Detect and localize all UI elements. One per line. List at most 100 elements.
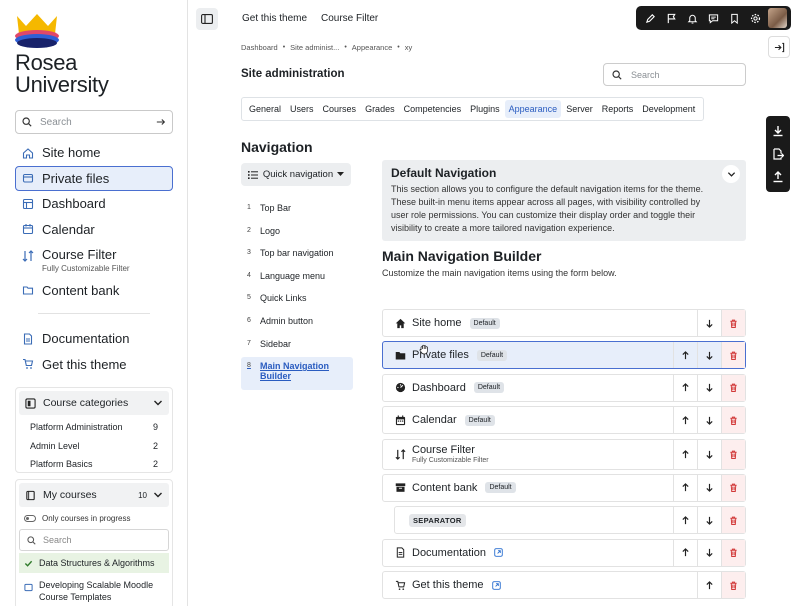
move-up-button[interactable]: [673, 539, 697, 566]
category-row[interactable]: Platform Basics 2: [16, 455, 172, 474]
delete-button[interactable]: [721, 507, 745, 534]
category-count: 2: [152, 440, 158, 451]
tab-server[interactable]: Server: [562, 100, 597, 118]
quick-nav-list: 1 Top Bar 2 Logo 3 Top bar navigation 4 Lang…: [241, 199, 353, 391]
sidebar-item-documentation[interactable]: Documentation: [15, 326, 173, 351]
my-courses-header[interactable]: My courses 10: [19, 483, 169, 507]
move-down-button[interactable]: [697, 439, 721, 469]
user-avatar[interactable]: [767, 8, 787, 28]
move-down-button[interactable]: [697, 407, 721, 434]
download-icon[interactable]: [772, 125, 784, 137]
chevron-down-icon[interactable]: [153, 398, 163, 408]
quick-nav-item[interactable]: 7 Sidebar: [241, 335, 353, 358]
collapse-button[interactable]: [722, 165, 740, 183]
settings-button[interactable]: [745, 7, 766, 29]
topbar-link-get-theme[interactable]: Get this theme: [242, 13, 307, 24]
move-down-button[interactable]: [697, 507, 721, 534]
my-courses-search-input[interactable]: Search: [19, 529, 169, 551]
tab-reports[interactable]: Reports: [598, 100, 638, 118]
course-item-selected[interactable]: Data Structures & Algorithms: [19, 553, 169, 573]
row-label: Get this theme: [412, 579, 484, 592]
move-up-button[interactable]: [673, 507, 697, 534]
file-export-icon[interactable]: [772, 148, 784, 160]
builder-row-course-filter[interactable]: Course Filter Fully Customizable Filter: [382, 438, 746, 470]
delete-button[interactable]: [721, 439, 745, 469]
sidebar-item-dashboard[interactable]: Dashboard: [15, 191, 173, 216]
chat-icon: [708, 13, 719, 24]
move-up-button[interactable]: [673, 342, 697, 369]
move-down-button[interactable]: [697, 474, 721, 501]
tab-users[interactable]: Users: [286, 100, 318, 118]
sidebar-search-input[interactable]: Search: [15, 110, 173, 134]
move-down-button[interactable]: [697, 310, 721, 336]
document-icon: [396, 547, 405, 558]
builder-row-get-theme[interactable]: Get this theme: [382, 571, 746, 600]
quick-nav-item[interactable]: 3 Top bar navigation: [241, 244, 353, 267]
builder-row-calendar[interactable]: Calendar Default: [382, 406, 746, 435]
quick-nav-item[interactable]: 1 Top Bar: [241, 199, 353, 222]
chevron-down-icon[interactable]: [153, 490, 163, 500]
tab-general[interactable]: General: [245, 100, 285, 118]
breadcrumb-item[interactable]: Site administ...: [290, 43, 339, 52]
move-up-button[interactable]: [673, 474, 697, 501]
row-label-wrap: Course Filter Fully Customizable Filter: [412, 444, 489, 464]
move-up-button[interactable]: [673, 374, 697, 401]
delete-button[interactable]: [721, 342, 745, 369]
messages-button[interactable]: [703, 7, 724, 29]
quick-nav-item[interactable]: 4 Language menu: [241, 267, 353, 290]
notifications-button[interactable]: [682, 7, 703, 29]
sidebar-item-content-bank[interactable]: Content bank: [15, 278, 173, 303]
course-item[interactable]: Developing Scalable Moodle Course Templa…: [16, 575, 172, 606]
toggle-switch[interactable]: [24, 515, 36, 522]
sidebar-item-get-theme[interactable]: Get this theme: [15, 352, 173, 377]
delete-button[interactable]: [721, 572, 745, 599]
quick-navigation-dropdown[interactable]: Quick navigation: [241, 163, 351, 186]
breadcrumb-item[interactable]: Dashboard: [241, 43, 278, 52]
move-down-button[interactable]: [697, 539, 721, 566]
tab-development[interactable]: Development: [638, 100, 699, 118]
drawer-toggle-button[interactable]: [768, 36, 790, 58]
topbar-link-course-filter[interactable]: Course Filter: [321, 13, 378, 24]
move-up-button[interactable]: [673, 439, 697, 469]
tab-competencies[interactable]: Competencies: [400, 100, 466, 118]
tab-grades[interactable]: Grades: [361, 100, 399, 118]
delete-button[interactable]: [721, 474, 745, 501]
sidebar-item-course-filter[interactable]: Course Filter Fully Customizable Filter: [15, 242, 173, 277]
edit-mode-button[interactable]: [640, 7, 661, 29]
sidebar-toggle-button[interactable]: [196, 8, 218, 30]
delete-button[interactable]: [721, 310, 745, 336]
move-up-button[interactable]: [673, 407, 697, 434]
sidebar-item-private-files[interactable]: Private files: [15, 165, 173, 191]
builder-row-private-files[interactable]: Private files Default: [382, 341, 746, 370]
category-row[interactable]: Platform Administration 9: [16, 418, 172, 437]
sidebar-item-site-home[interactable]: Site home: [15, 140, 173, 165]
bookmark-button[interactable]: [724, 7, 745, 29]
tab-courses[interactable]: Courses: [319, 100, 361, 118]
move-down-button[interactable]: [697, 342, 721, 369]
move-down-button[interactable]: [697, 374, 721, 401]
builder-row-separator[interactable]: SEPARATOR: [394, 506, 746, 535]
upload-icon[interactable]: [772, 170, 784, 183]
admin-search-input[interactable]: Search: [603, 63, 746, 86]
tab-appearance[interactable]: Appearance: [504, 100, 562, 118]
quick-nav-item-active[interactable]: 8 Main Navigation Builder: [241, 357, 353, 391]
delete-button[interactable]: [721, 407, 745, 434]
quick-nav-item[interactable]: 2 Logo: [241, 222, 353, 245]
arrow-right-icon[interactable]: [156, 117, 166, 127]
tab-plugins[interactable]: Plugins: [466, 100, 504, 118]
quick-nav-item[interactable]: 6 Admin button: [241, 312, 353, 335]
quick-nav-item[interactable]: 5 Quick Links: [241, 289, 353, 312]
move-up-button[interactable]: [697, 572, 721, 599]
builder-row-documentation[interactable]: Documentation: [382, 538, 746, 567]
builder-row-content-bank[interactable]: Content bank Default: [382, 473, 746, 502]
flag-button[interactable]: [661, 7, 682, 29]
builder-row-dashboard[interactable]: Dashboard Default: [382, 373, 746, 402]
in-progress-toggle-row[interactable]: Only courses in progress: [16, 510, 172, 527]
course-categories-header[interactable]: Course categories: [19, 391, 169, 415]
delete-button[interactable]: [721, 374, 745, 401]
sidebar-item-calendar[interactable]: Calendar: [15, 217, 173, 242]
builder-row-site-home[interactable]: Site home Default: [382, 309, 746, 337]
delete-button[interactable]: [721, 539, 745, 566]
category-row[interactable]: Admin Level 2: [16, 437, 172, 456]
breadcrumb-item[interactable]: Appearance: [352, 43, 392, 52]
